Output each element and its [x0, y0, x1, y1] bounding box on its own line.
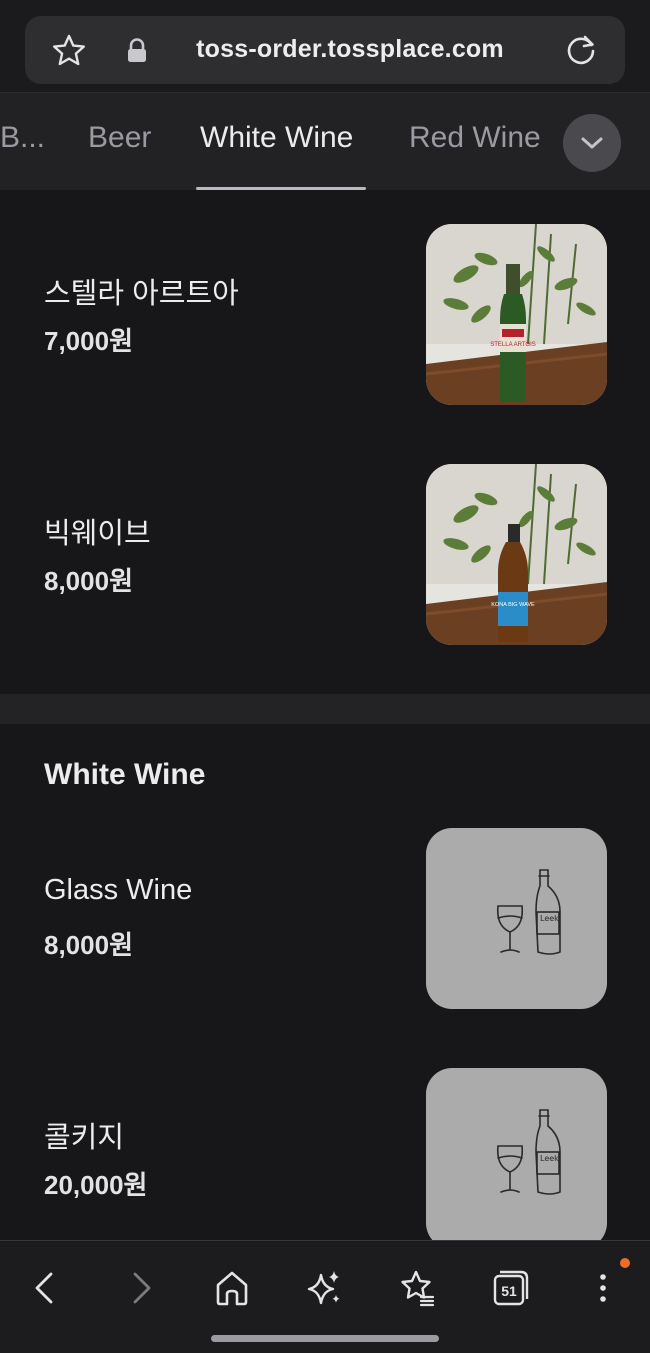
reload-icon[interactable]	[563, 32, 599, 68]
forward-icon	[133, 1272, 151, 1304]
section-divider	[0, 694, 650, 724]
address-bar[interactable]: toss-order.tossplace.com	[25, 16, 625, 84]
tab-red-wine[interactable]: Red Wine	[409, 121, 541, 155]
menu-item[interactable]: 빅웨이브 8,000원 KONA BIG WAVE	[0, 440, 650, 680]
chevron-down-icon	[581, 137, 603, 149]
lock-icon	[128, 38, 146, 62]
wine-illustration: Leek	[426, 828, 607, 1009]
back-icon	[35, 1272, 53, 1304]
ai-assistant-button[interactable]	[299, 1263, 349, 1313]
item-price: 20,000원	[44, 1170, 148, 1200]
more-button[interactable]	[578, 1263, 628, 1313]
item-name: 빅웨이브	[44, 518, 151, 550]
item-name: Glass Wine	[44, 874, 193, 906]
section-title: White Wine	[44, 758, 206, 791]
home-button[interactable]	[207, 1263, 257, 1313]
active-tab-indicator	[196, 187, 366, 190]
item-price: 7,000원	[44, 326, 133, 356]
home-icon	[216, 1271, 248, 1306]
menu-item[interactable]: 스텔라 아르트아 7,000원 STELLA ARTOIS	[0, 200, 650, 440]
illustration-text: Leek	[540, 914, 559, 923]
bookmarks-button[interactable]	[391, 1263, 441, 1313]
bookmarks-icon	[401, 1270, 435, 1307]
star-outline-icon[interactable]	[51, 33, 87, 69]
item-price: 8,000원	[44, 930, 133, 960]
tabs-button[interactable]: 51	[485, 1263, 535, 1313]
browser-toolbar: toss-order.tossplace.com	[0, 0, 650, 92]
illustration-text: Leek	[540, 1154, 559, 1163]
browser-bottom-nav: 51	[0, 1240, 650, 1353]
item-name: 콜키지	[44, 1122, 125, 1154]
item-price: 8,000원	[44, 566, 133, 596]
more-icon	[600, 1274, 606, 1302]
tab-b[interactable]: B...	[0, 121, 45, 155]
bottle-label-text: KONA BIG WAVE	[491, 602, 535, 608]
tab-beer[interactable]: Beer	[88, 121, 151, 155]
notification-dot	[620, 1258, 630, 1268]
bottle-label-text: STELLA ARTOIS	[490, 342, 535, 348]
item-name: 스텔라 아르트아	[44, 278, 239, 310]
gesture-home-indicator	[211, 1335, 439, 1342]
sparkle-icon	[307, 1271, 340, 1305]
tab-count: 51	[501, 1283, 517, 1299]
tabs-icon: 51	[493, 1270, 529, 1306]
url-text[interactable]: toss-order.tossplace.com	[165, 35, 535, 64]
back-button[interactable]	[20, 1263, 70, 1313]
category-tabbar: B... Beer White Wine Red Wine	[0, 92, 650, 190]
tab-white-wine[interactable]: White Wine	[200, 121, 353, 155]
wine-illustration: Leek	[426, 1068, 607, 1249]
forward-button[interactable]	[116, 1263, 166, 1313]
tab-expand-button[interactable]	[563, 114, 621, 172]
menu-item[interactable]: Glass Wine 8,000원 Leek	[0, 804, 650, 1044]
item-photo: STELLA ARTOIS	[426, 224, 607, 405]
item-photo: KONA BIG WAVE	[426, 464, 607, 645]
